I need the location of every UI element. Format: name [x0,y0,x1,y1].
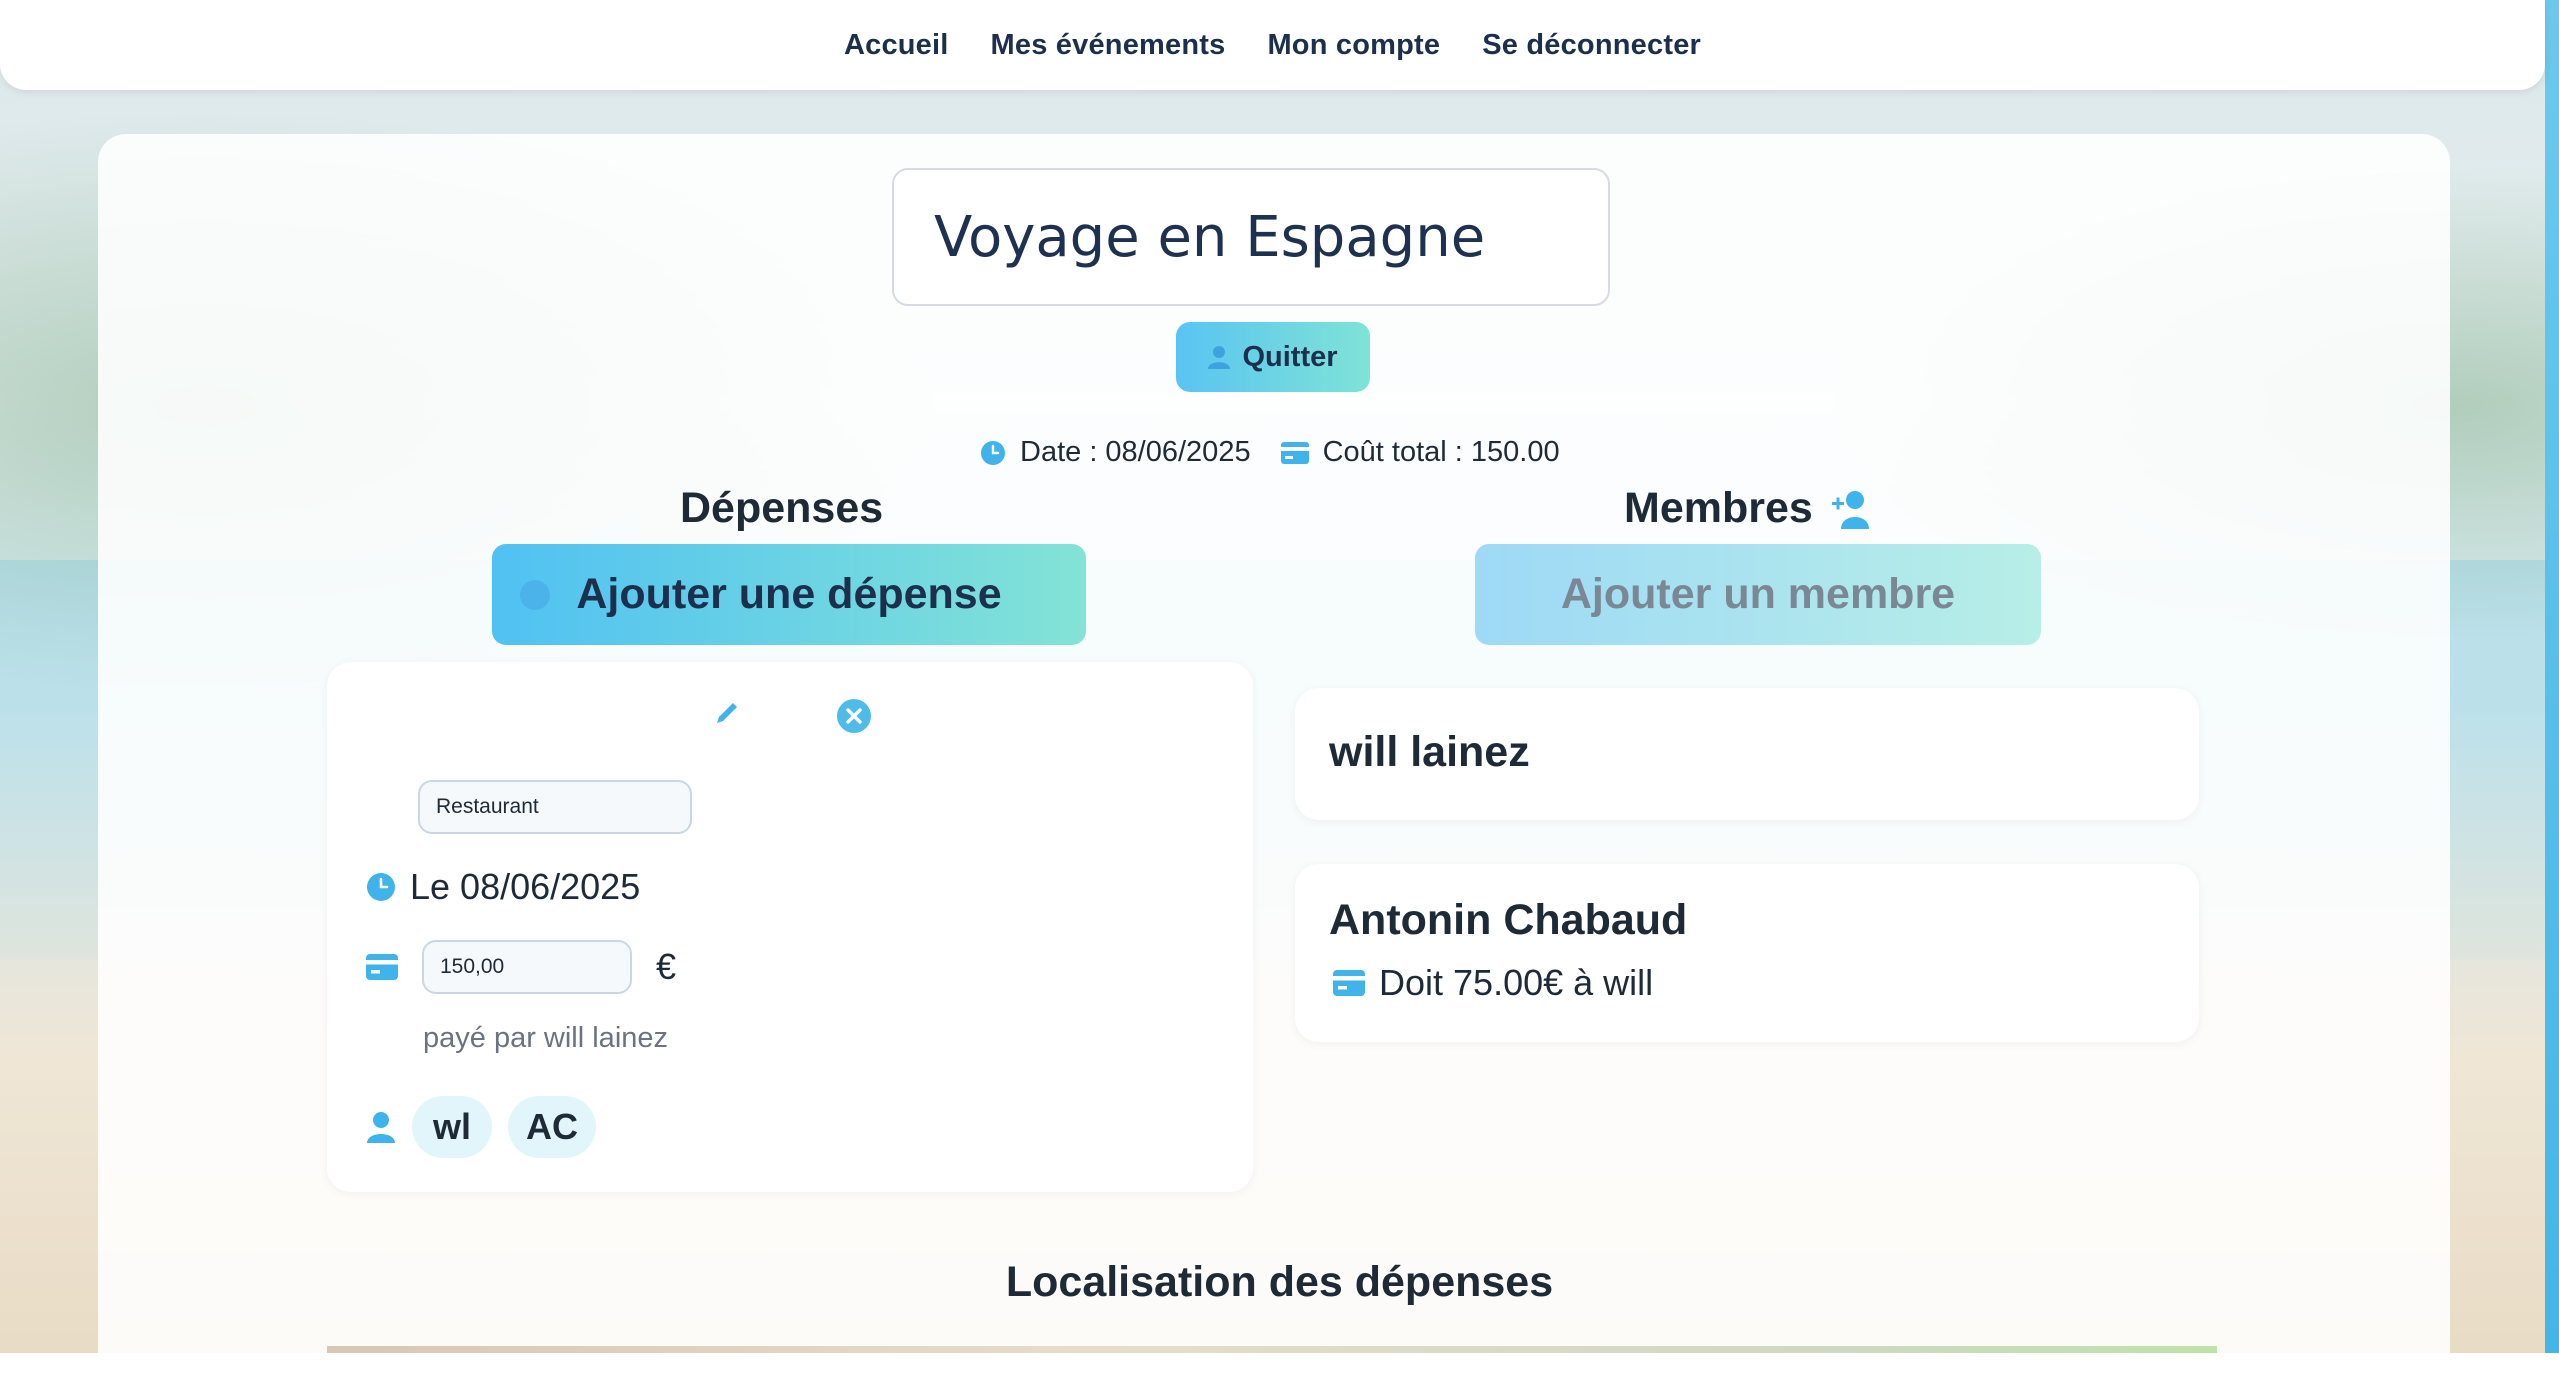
members-heading-wrap: Membres [1624,484,1873,533]
event-date: Date : 08/06/2025 [1020,436,1251,468]
map[interactable] [327,1346,2217,1353]
credit-card-icon [366,954,398,980]
expense-participants: wl AC [366,1096,596,1158]
expense-amount-input[interactable]: 150,00 [422,940,632,994]
user-plus-icon[interactable] [1829,489,1873,529]
expenses-heading: Dépenses [680,484,884,532]
nav-se-deconnecter[interactable]: Se déconnecter [1482,29,1701,62]
expense-paid-by: payé par will lainez [423,1022,669,1054]
nav-mon-compte[interactable]: Mon compte [1267,29,1440,62]
member-card[interactable] [1295,864,2199,1042]
expense-date-row: Le 08/06/2025 [366,866,640,908]
close-circle-icon[interactable] [836,698,872,734]
credit-card-icon [1333,970,1365,996]
add-expense-button[interactable]: Ajouter une dépense [492,544,1086,645]
event-total: Coût total : 150.00 [1322,436,1560,468]
nav-accueil[interactable]: Accueil [844,29,949,62]
currency-symbol: € [656,946,677,987]
members-heading: Membres [1624,484,1813,532]
expense-amount-row: 150,00 € [366,940,676,994]
member-name: will lainez [1329,728,1530,776]
clock-icon [981,440,1005,465]
pencil-icon[interactable] [714,700,740,726]
participant-chip[interactable]: wl [412,1096,492,1158]
member-debt: Doit 75.00€ à will [1379,962,1654,1003]
location-heading: Localisation des dépenses [1005,1258,1554,1306]
add-member-button[interactable]: Ajouter un membre [1475,544,2041,645]
add-member-label: Ajouter un membre [1560,570,1956,618]
member-name: Antonin Chabaud [1329,896,1688,944]
user-icon [1208,346,1231,369]
nav-mes-evenements[interactable]: Mes événements [991,29,1226,62]
credit-card-icon [1280,441,1309,464]
clock-icon [367,873,395,901]
top-nav: Accueil Mes événements Mon compte Se déc… [0,0,2545,90]
participant-chip[interactable]: AC [508,1096,596,1158]
expense-date: Le 08/06/2025 [410,866,641,907]
add-expense-label: Ajouter une dépense [576,570,1002,618]
event-title-field[interactable]: Voyage en Espagne [892,168,1610,306]
member-debt-row: Doit 75.00€ à will [1333,962,1653,1004]
quit-button[interactable]: Quitter [1176,322,1370,392]
scrollbar[interactable] [2545,0,2559,1353]
event-meta: Date : 08/06/2025 Coût total : 150.00 [980,436,1560,469]
expense-category-input[interactable]: Restaurant [418,780,692,834]
user-icon [367,1112,395,1143]
quit-label: Quitter [1242,340,1338,373]
add-icon [520,580,550,610]
